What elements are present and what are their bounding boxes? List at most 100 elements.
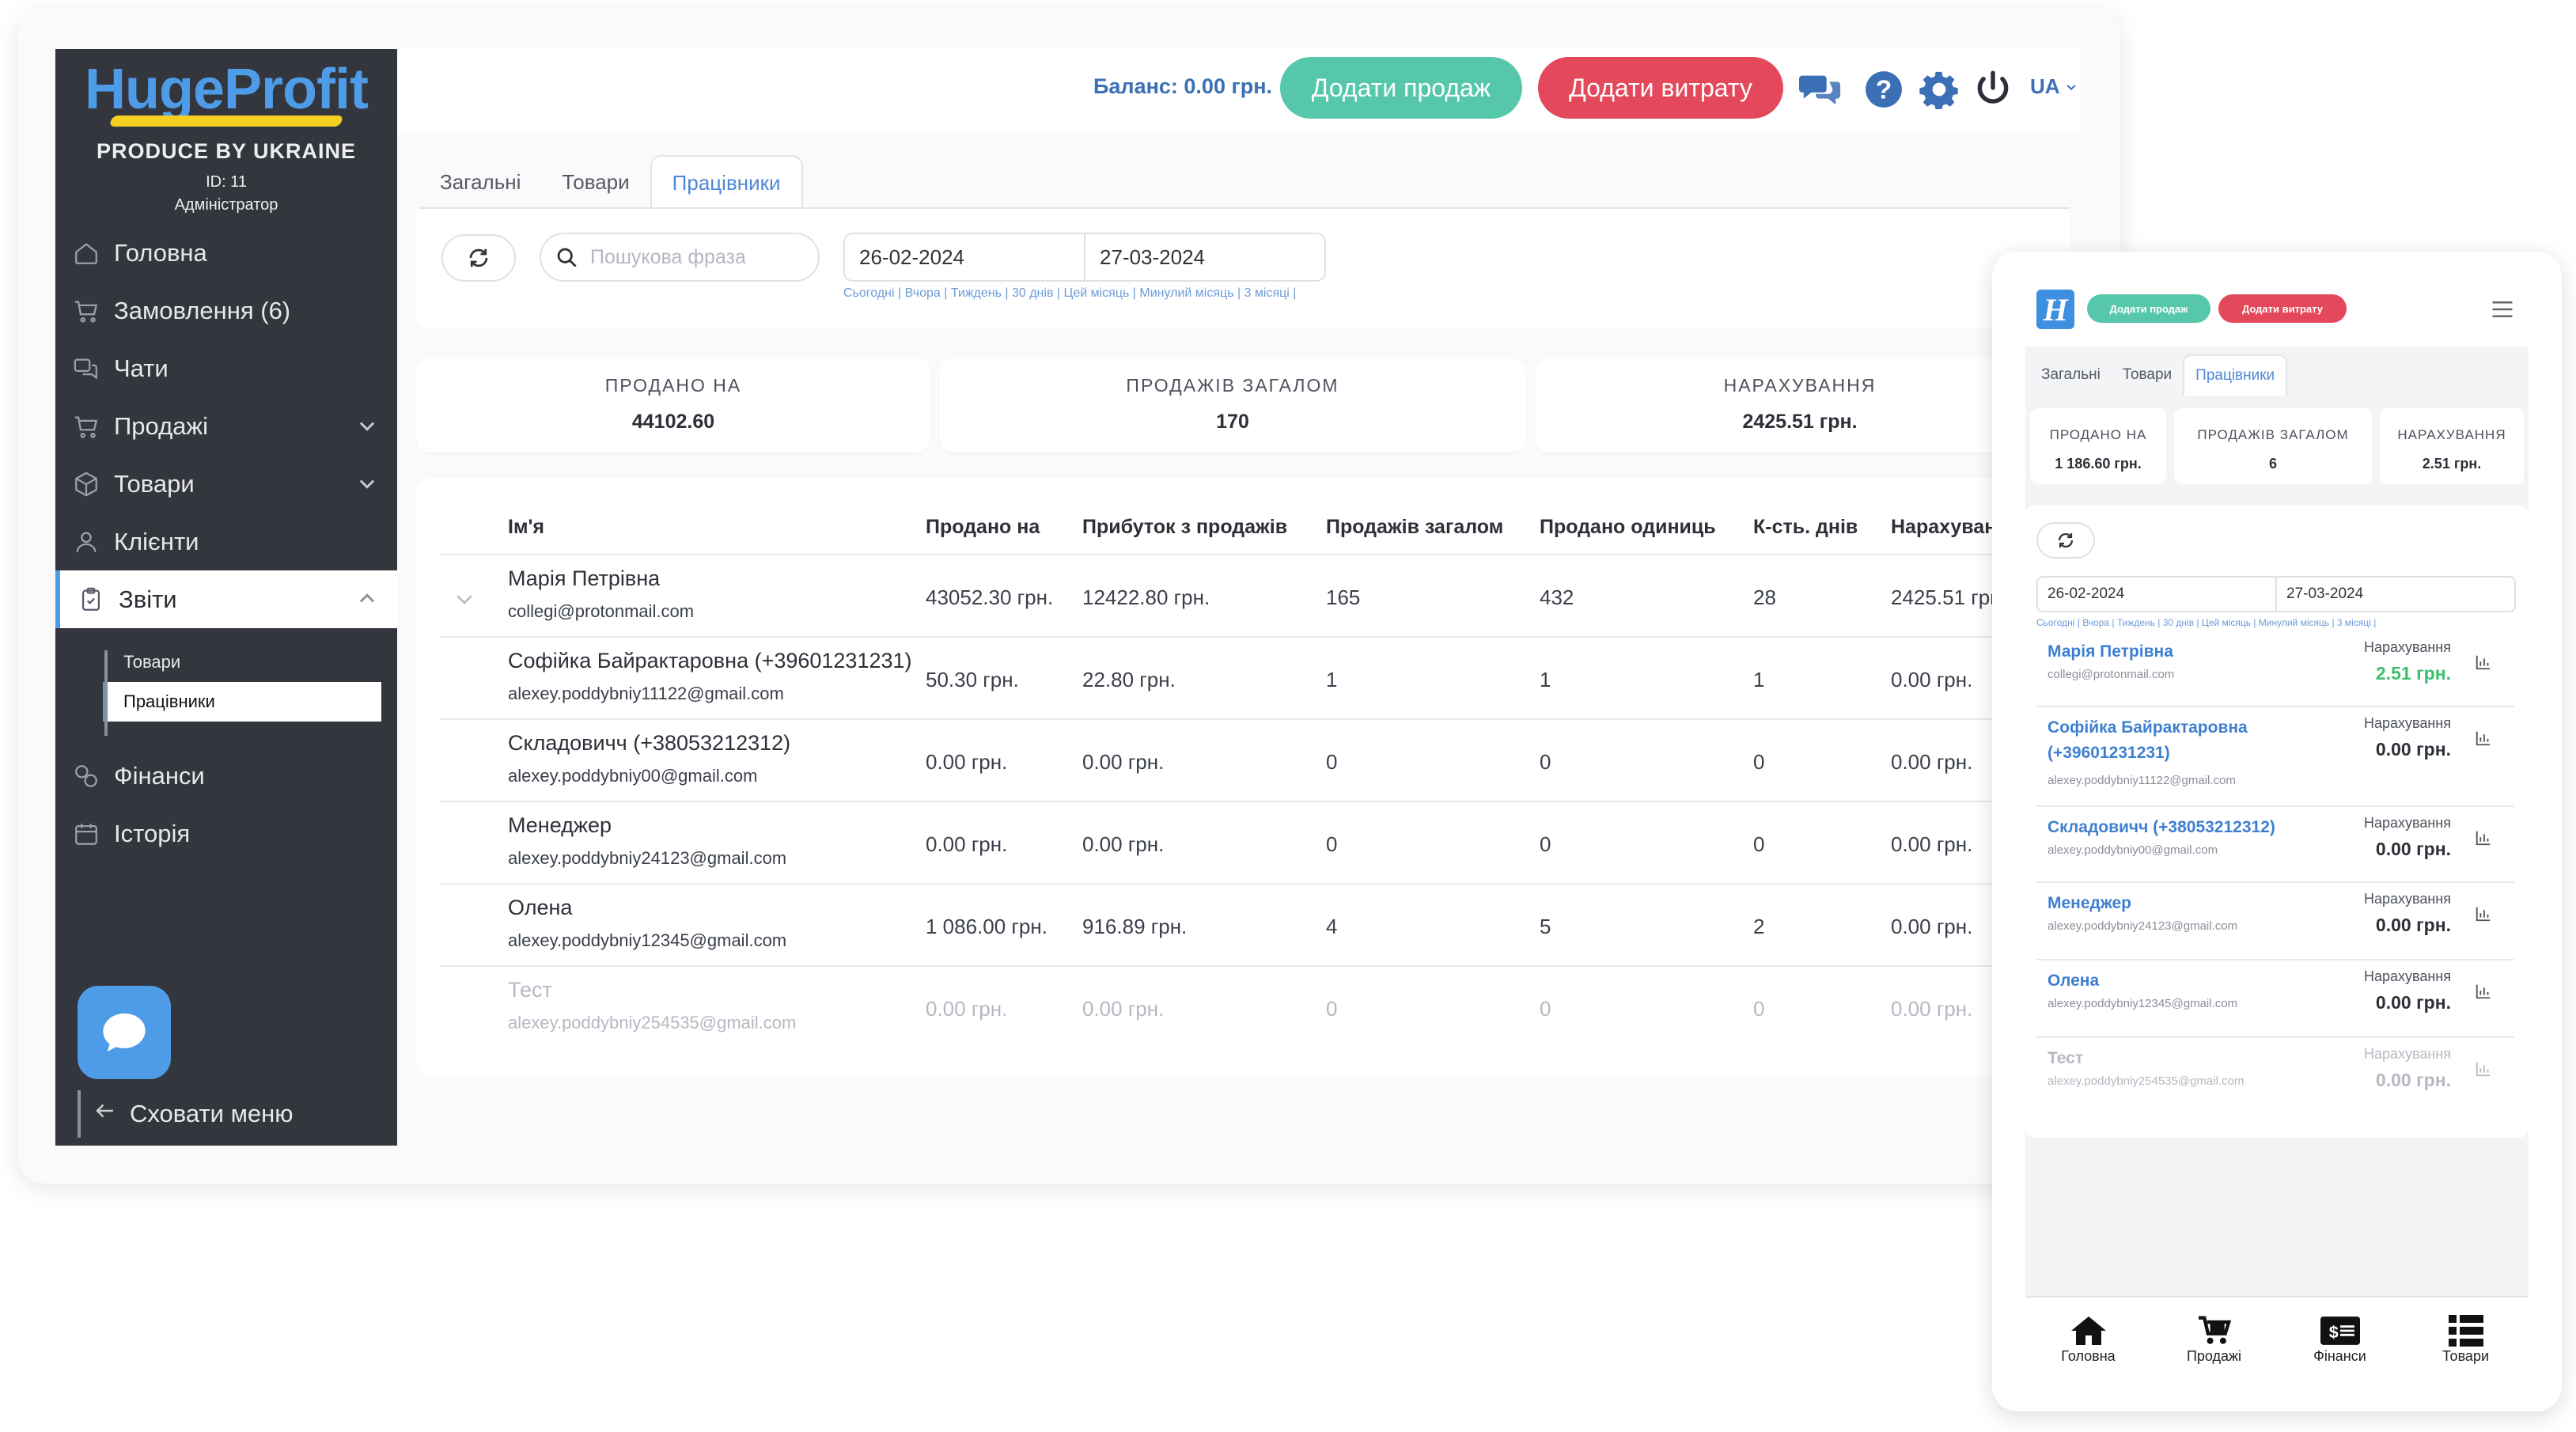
table-row[interactable]: Олена alexey.poddybniy12345@gmail.com 1 … xyxy=(440,883,2078,965)
add-expense-button[interactable]: Додати витрату xyxy=(1538,57,1783,119)
column-header-accrual[interactable]: Нарахуван xyxy=(1891,516,1996,539)
mobile-date-shortcuts[interactable]: Сьогодні | Вчора | Тиждень | 30 днів | Ц… xyxy=(2036,617,2376,628)
sidebar-item-label: Клієнти xyxy=(114,527,199,555)
column-header-sales-total[interactable]: Продажів загалом xyxy=(1326,516,1503,539)
bar-chart-icon[interactable] xyxy=(2475,653,2492,675)
mobile-add-sale-button[interactable]: Додати продаж xyxy=(2087,294,2210,323)
mobile-tab-products[interactable]: Товари xyxy=(2112,354,2183,396)
bottom-nav-home[interactable]: Головна xyxy=(2025,1298,2151,1383)
mobile-tab-employees[interactable]: Працівники xyxy=(2183,354,2288,396)
column-header-name[interactable]: Ім'я xyxy=(508,516,544,539)
table-row[interactable]: Софійка Байрактаровна (+39601231231) ale… xyxy=(440,636,2078,718)
employee-email: alexey.poddybniy24123@gmail.com xyxy=(508,848,787,868)
stat-value: 2425.51 грн. xyxy=(1742,411,1858,433)
support-chat-button[interactable] xyxy=(78,986,171,1079)
clipboard-icon xyxy=(76,585,106,615)
language-selector[interactable]: UA xyxy=(2030,74,2078,99)
cell-days: 28 xyxy=(1753,585,1776,609)
bottom-nav-products[interactable]: Товари xyxy=(2403,1298,2529,1383)
sidebar-item-orders[interactable]: Замовлення (6) xyxy=(55,282,397,339)
mobile-logo[interactable]: H xyxy=(2036,290,2074,329)
cell-units: 0 xyxy=(1540,750,1551,774)
help-icon[interactable]: ? xyxy=(1862,68,1905,111)
logo-tagline: PRODUCE BY UKRAINE xyxy=(96,139,357,163)
chevron-down-icon[interactable] xyxy=(356,415,378,443)
search-field[interactable] xyxy=(540,233,820,282)
add-sale-button[interactable]: Додати продаж xyxy=(1280,57,1522,119)
user-id: ID: 11 xyxy=(206,173,247,191)
tab-general[interactable]: Загальні xyxy=(419,155,541,209)
mobile-refresh-button[interactable] xyxy=(2036,522,2095,559)
hamburger-menu-icon[interactable] xyxy=(2491,299,2514,324)
column-header-units-sold[interactable]: Продано одиниць xyxy=(1540,516,1716,539)
cell-days: 0 xyxy=(1753,832,1765,856)
logo-wordmark: HugeProfit xyxy=(85,58,369,121)
table-row[interactable]: Марія Петрівна collegi@protonmail.com 43… xyxy=(440,554,2078,636)
logo[interactable]: HugeProfit PRODUCE BY UKRAINE ID: 11 Адм… xyxy=(55,49,397,214)
submenu-item-employees[interactable]: Працівники xyxy=(103,682,381,722)
mobile-tab-general[interactable]: Загальні xyxy=(2030,354,2112,396)
power-icon[interactable] xyxy=(1972,68,2014,111)
chevron-up-icon[interactable] xyxy=(356,588,378,616)
list-item[interactable]: Олена alexey.poddybniy12345@gmail.com На… xyxy=(2036,960,2514,1038)
column-header-sold[interactable]: Продано на xyxy=(926,516,1040,539)
bar-chart-icon[interactable] xyxy=(2475,983,2492,1004)
bottom-nav-finance[interactable]: $ Фінанси xyxy=(2277,1298,2403,1383)
list-icon xyxy=(2448,1313,2483,1348)
refresh-button[interactable] xyxy=(441,234,516,282)
sidebar-item-clients[interactable]: Клієнти xyxy=(55,513,397,570)
tab-employees[interactable]: Працівники xyxy=(650,155,803,209)
list-item[interactable]: Софійка Байрактаровна (+39601231231) ale… xyxy=(2036,707,2514,807)
sidebar-item-reports[interactable]: Звіти xyxy=(55,570,397,628)
bottom-nav-label: Товари xyxy=(2442,1348,2490,1364)
bottom-nav-sales[interactable]: Продажі xyxy=(2151,1298,2277,1383)
sidebar-item-chats[interactable]: Чати xyxy=(55,339,397,397)
chats-icon[interactable] xyxy=(1799,68,1842,111)
list-item[interactable]: Тест alexey.poddybniy254535@gmail.com На… xyxy=(2036,1038,2514,1116)
mobile-date-from[interactable]: 26-02-2024 xyxy=(2036,576,2277,612)
cell-sales: 4 xyxy=(1326,915,1338,938)
date-from-field[interactable]: 26-02-2024 xyxy=(843,233,1085,282)
cell-units: 0 xyxy=(1540,997,1551,1021)
search-input[interactable] xyxy=(590,245,812,269)
list-item[interactable]: Менеджер alexey.poddybniy24123@gmail.com… xyxy=(2036,883,2514,960)
table-row[interactable]: Менеджер alexey.poddybniy24123@gmail.com… xyxy=(440,801,2078,883)
chevron-down-icon xyxy=(2066,85,2076,91)
column-header-profit[interactable]: Прибуток з продажів xyxy=(1082,516,1287,539)
bar-chart-icon[interactable] xyxy=(2475,905,2492,926)
sidebar-item-label: Фінанси xyxy=(114,761,205,790)
submenu-item-products[interactable]: Товари xyxy=(103,642,397,682)
employee-email: collegi@protonmail.com xyxy=(2048,668,2175,681)
tab-products[interactable]: Товари xyxy=(541,155,650,209)
filter-panel: 26-02-2024 27-03-2024 Сьогодні | Вчора |… xyxy=(416,209,2070,328)
date-range-shortcuts[interactable]: Сьогодні | Вчора | Тиждень | 30 днів | Ц… xyxy=(843,286,1296,301)
mobile-add-expense-button[interactable]: Додати витрату xyxy=(2218,294,2347,323)
mobile-date-to[interactable]: 27-03-2024 xyxy=(2275,576,2516,612)
table-row[interactable]: Складовичч (+38053212312) alexey.poddybn… xyxy=(440,718,2078,801)
sidebar-item-history[interactable]: Історія xyxy=(55,805,397,862)
sidebar-item-home[interactable]: Головна xyxy=(55,224,397,282)
date-to-field[interactable]: 27-03-2024 xyxy=(1084,233,1326,282)
list-item[interactable]: Складовичч (+38053212312) alexey.poddybn… xyxy=(2036,807,2514,883)
list-item[interactable]: Марія Петрівна collegi@protonmail.com На… xyxy=(2036,631,2514,707)
bar-chart-icon[interactable] xyxy=(2475,1060,2492,1082)
bar-chart-icon[interactable] xyxy=(2475,729,2492,751)
sidebar-item-label: Чати xyxy=(114,354,169,382)
sidebar-item-sales[interactable]: Продажі xyxy=(55,397,397,455)
column-header-days[interactable]: К-сть. днів xyxy=(1753,516,1858,539)
gear-icon[interactable] xyxy=(1918,68,1960,111)
hide-menu-button[interactable]: Сховати меню xyxy=(78,1090,294,1138)
sidebar-item-label: Історія xyxy=(114,819,191,847)
table-row[interactable]: Тест alexey.poddybniy254535@gmail.com 0.… xyxy=(440,965,2078,1047)
cell-profit: 916.89 грн. xyxy=(1082,915,1188,938)
bottom-nav-label: Продажі xyxy=(2186,1348,2242,1364)
bar-chart-icon[interactable] xyxy=(2475,829,2492,850)
cell-accrual: 0.00 грн. xyxy=(1891,832,1973,856)
sidebar-item-finance[interactable]: Фінанси xyxy=(55,747,397,805)
sidebar-item-products[interactable]: Товари xyxy=(55,455,397,513)
chevron-down-icon[interactable] xyxy=(453,587,476,615)
chevron-down-icon[interactable] xyxy=(356,472,378,501)
employee-name: Марія Петрівна xyxy=(508,566,661,590)
employee-name: Софійка Байрактаровна (+39601231231) xyxy=(508,649,912,672)
accrual-label: Нарахування xyxy=(2363,1046,2451,1062)
